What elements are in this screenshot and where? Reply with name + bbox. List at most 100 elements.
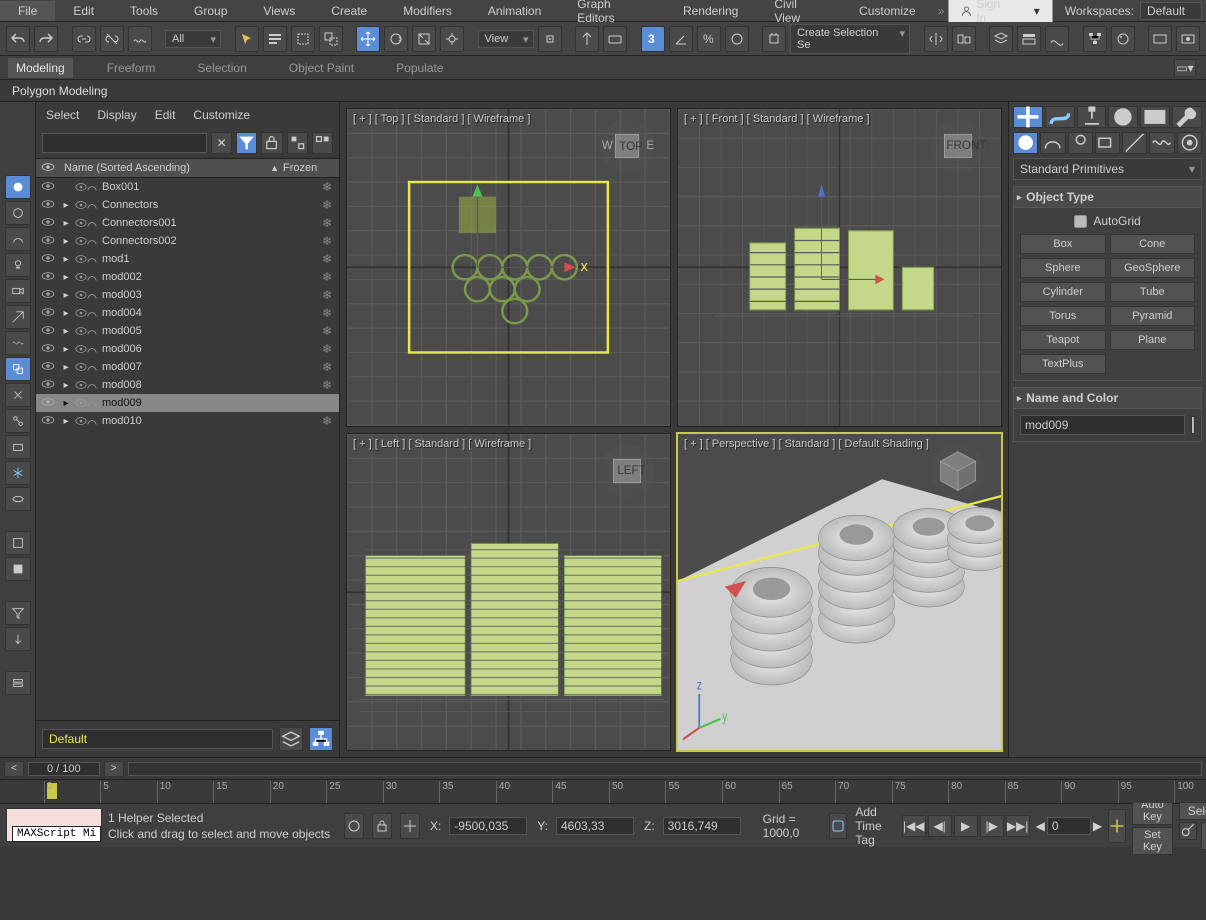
manipulate-button[interactable] — [575, 26, 599, 52]
visibility-icon[interactable] — [36, 306, 60, 320]
edit-selection-set-button[interactable] — [762, 26, 786, 52]
expand-icon[interactable]: ▸ — [60, 344, 72, 355]
filter-funnel-icon[interactable] — [5, 601, 31, 625]
visibility-icon[interactable] — [36, 216, 60, 230]
viewcube-top[interactable]: TOPWE — [598, 117, 656, 175]
expand-icon[interactable]: ▸ — [60, 290, 72, 301]
create-tab[interactable] — [1013, 106, 1043, 128]
object-name-input[interactable] — [1020, 415, 1185, 435]
frozen-icon[interactable]: ❄ — [315, 396, 339, 410]
frozen-icon[interactable]: ❄ — [315, 306, 339, 320]
geometry-subtab[interactable] — [1013, 132, 1038, 154]
list-item[interactable]: ▸ Connectors002 ❄ — [36, 232, 339, 250]
frame-display[interactable]: 0 / 100 — [28, 762, 100, 776]
percent-snap-button[interactable]: % — [697, 26, 721, 52]
display-invert-icon[interactable] — [5, 557, 31, 581]
frozen-icon[interactable]: ❄ — [315, 378, 339, 392]
viewport-front[interactable]: [ + ] [ Front ] [ Standard ] [ Wireframe… — [677, 108, 1002, 427]
lock-selection-button[interactable] — [372, 813, 392, 839]
lights-subtab[interactable] — [1068, 132, 1093, 154]
display-shapes-icon[interactable] — [5, 227, 31, 251]
primitive-textplus[interactable]: TextPlus — [1020, 354, 1106, 374]
bind-spacewarp-button[interactable] — [128, 26, 152, 52]
frozen-icon[interactable]: ❄ — [315, 270, 339, 284]
display-xrefs-icon[interactable] — [5, 383, 31, 407]
pick-button[interactable] — [287, 132, 308, 154]
viewport-perspective-label[interactable]: [ + ] [ Perspective ] [ Standard ] [ Def… — [684, 438, 929, 450]
display-bone-icon[interactable] — [5, 409, 31, 433]
name-column-header[interactable]: Name (Sorted Ascending) — [60, 162, 270, 174]
collapse-icon[interactable] — [5, 671, 31, 695]
visibility-header-icon[interactable] — [36, 161, 60, 175]
keyboard-shortcut-button[interactable] — [603, 26, 627, 52]
abs-rel-button[interactable] — [400, 813, 420, 839]
align-button[interactable] — [952, 26, 976, 52]
color-swatch[interactable] — [1191, 416, 1195, 434]
isolate-button[interactable] — [344, 813, 364, 839]
menu-edit[interactable]: Edit — [55, 1, 112, 21]
category-dropdown[interactable]: Standard Primitives — [1013, 158, 1202, 180]
viewport-top[interactable]: [ + ] [ Top ] [ Standard ] [ Wireframe ]… — [346, 108, 671, 427]
object-type-header[interactable]: ▸ Object Type — [1014, 187, 1201, 208]
visibility-icon[interactable] — [36, 396, 60, 410]
list-item[interactable]: ▸ Connectors ❄ — [36, 196, 339, 214]
list-item[interactable]: Box001 ❄ — [36, 178, 339, 196]
goto-start-button[interactable]: |◀◀ — [902, 815, 926, 837]
undo-button[interactable] — [6, 26, 30, 52]
schematic-view-button[interactable] — [1083, 26, 1107, 52]
primitive-geosphere[interactable]: GeoSphere — [1110, 258, 1196, 278]
list-item[interactable]: ▸ mod008 ❄ — [36, 376, 339, 394]
frozen-icon[interactable]: ❄ — [315, 288, 339, 302]
tab-freeform[interactable]: Freeform — [99, 58, 164, 78]
primitive-teapot[interactable]: Teapot — [1020, 330, 1106, 350]
utilities-tab[interactable] — [1172, 106, 1202, 128]
primitive-cylinder[interactable]: Cylinder — [1020, 282, 1106, 302]
coord-x-input[interactable] — [449, 817, 527, 835]
material-editor-button[interactable] — [1111, 26, 1135, 52]
tab-modeling[interactable]: Modeling — [8, 58, 73, 78]
search-clear-button[interactable]: ✕ — [211, 132, 232, 154]
menu-rendering[interactable]: Rendering — [665, 1, 756, 21]
time-slider-track[interactable] — [128, 762, 1202, 776]
frozen-icon[interactable]: ❄ — [315, 252, 339, 266]
link-button[interactable] — [72, 26, 96, 52]
frozen-icon[interactable]: ❄ — [315, 180, 339, 194]
expand-icon[interactable]: ▸ — [60, 200, 72, 211]
slider-next-button[interactable]: > — [104, 761, 124, 777]
layer-explorer-button[interactable] — [989, 26, 1013, 52]
display-container-icon[interactable] — [5, 435, 31, 459]
expand-icon[interactable]: ▸ — [60, 398, 72, 409]
setkey-button[interactable]: Set Key — [1132, 827, 1173, 855]
visibility-icon[interactable] — [36, 198, 60, 212]
spinner-snap-button[interactable] — [725, 26, 749, 52]
redo-button[interactable] — [34, 26, 58, 52]
selection-filter-dropdown[interactable]: All — [165, 30, 221, 48]
add-time-tag[interactable]: Add Time Tag — [855, 805, 889, 847]
visibility-icon[interactable] — [36, 270, 60, 284]
expand-icon[interactable]: ▸ — [60, 308, 72, 319]
frozen-icon[interactable]: ❄ — [315, 360, 339, 374]
primitive-torus[interactable]: Torus — [1020, 306, 1106, 326]
spacewarps-subtab[interactable] — [1149, 132, 1174, 154]
modify-tab[interactable] — [1045, 106, 1075, 128]
add-button[interactable] — [312, 132, 333, 154]
snap-toggle-button[interactable]: 3 — [641, 26, 665, 52]
visibility-icon[interactable] — [36, 342, 60, 356]
select-scale-button[interactable] — [412, 26, 436, 52]
viewcube-persp[interactable] — [929, 442, 987, 500]
mirror-button[interactable] — [924, 26, 948, 52]
frozen-icon[interactable]: ❄ — [315, 198, 339, 212]
tab-populate[interactable]: Populate — [388, 58, 451, 78]
menu-animation[interactable]: Animation — [470, 1, 559, 21]
key-filters-button[interactable]: Key Filters... — [1201, 822, 1206, 850]
select-move-button[interactable] — [356, 26, 380, 52]
display-all-icon[interactable] — [5, 175, 31, 199]
render-setup-button[interactable] — [1148, 26, 1172, 52]
cameras-subtab[interactable] — [1095, 132, 1120, 154]
systems-subtab[interactable] — [1177, 132, 1202, 154]
menu-group[interactable]: Group — [176, 1, 245, 21]
visibility-icon[interactable] — [36, 252, 60, 266]
prev-frame-button[interactable]: ◀| — [928, 815, 952, 837]
list-item[interactable]: ▸ mod003 ❄ — [36, 286, 339, 304]
scene-list[interactable]: Box001 ❄ ▸ Connectors ❄ ▸ Connectors001 … — [36, 178, 339, 449]
